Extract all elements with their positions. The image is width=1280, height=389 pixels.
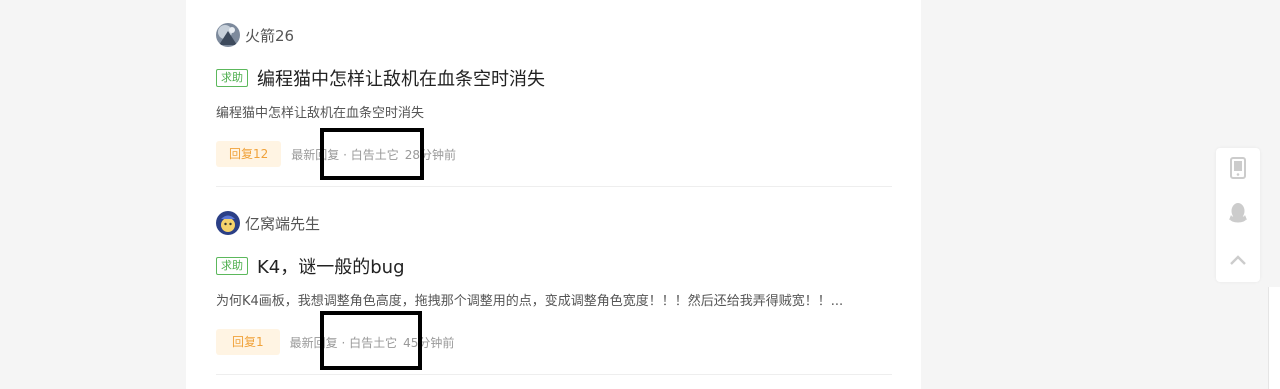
edge-widget[interactable] [1268,287,1280,389]
avatar[interactable] [216,211,240,235]
page: 火箭26 求助 编程猫中怎样让敌机在血条空时消失 编程猫中怎样让敌机在血条空时消… [0,0,1280,389]
back-to-top-button[interactable] [1216,238,1260,282]
qq-button[interactable] [1216,193,1260,237]
divider [216,186,892,187]
post-list: 火箭26 求助 编程猫中怎样让敌机在血条空时消失 编程猫中怎样让敌机在血条空时消… [186,0,921,389]
post-author[interactable]: 火箭26 [216,22,294,48]
avatar[interactable] [216,23,240,47]
post-author[interactable]: 亿窝端先生 [216,210,320,236]
post-title[interactable]: K4，谜一般的bug [257,253,405,279]
post-excerpt[interactable]: 编程猫中怎样让敌机在血条空时消失 [216,102,892,121]
post-title-row[interactable]: 求助 K4，谜一般的bug [216,253,405,279]
help-tag: 求助 [216,69,248,87]
post-excerpt[interactable]: 为何K4画板，我想调整角色高度，拖拽那个调整用的点，变成调整角色宽度！！！然后还… [216,290,892,309]
back-to-top-icon [1229,251,1247,270]
mobile-icon [1229,157,1247,183]
help-tag: 求助 [216,257,248,275]
reply-count-badge: 回复1 [216,329,280,355]
qq-icon [1228,202,1248,228]
author-name[interactable]: 亿窝端先生 [245,213,320,234]
post-title-row[interactable]: 求助 编程猫中怎样让敌机在血条空时消失 [216,65,545,91]
post-title[interactable]: 编程猫中怎样让敌机在血条空时消失 [257,65,545,91]
floating-toolbar [1216,148,1260,282]
highlight-box [320,311,422,370]
author-name[interactable]: 火箭26 [245,25,294,46]
mobile-button[interactable] [1216,148,1260,192]
reply-count-badge: 回复12 [216,141,282,167]
highlight-box [320,128,424,180]
divider [216,374,892,375]
